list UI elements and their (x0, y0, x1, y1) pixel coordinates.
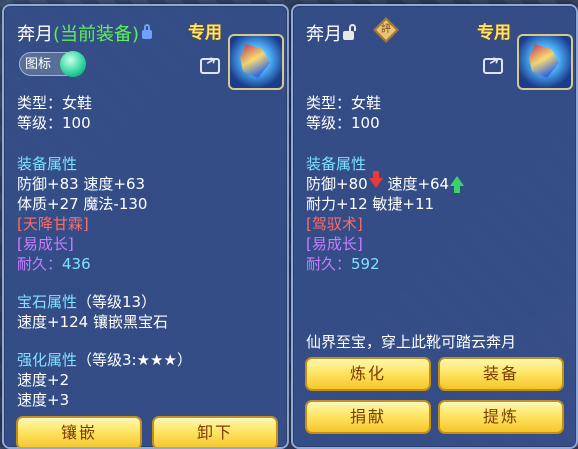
equip-attr-title: 装备属性 (306, 155, 367, 173)
attr-line-2: 耐力+12 敏捷+11 (306, 195, 435, 213)
extract-button[interactable]: 提炼 (438, 400, 564, 434)
item-name-text: 奔月 (306, 24, 342, 45)
inlay-button[interactable]: 镶嵌 (16, 416, 142, 447)
exclusive-label: 专用 (188, 23, 222, 43)
gem-attr-title: 宝石属性 (17, 293, 78, 311)
exclusive-label: 专用 (477, 23, 511, 43)
enhance-attr-header: 强化属性（等级3:★★★） (17, 350, 192, 370)
gem-line: 速度+124 镶嵌黑宝石 (17, 313, 168, 331)
toggle-icon[interactable] (60, 51, 86, 77)
rating-seal-icon: 評 (373, 17, 399, 43)
item-name: 奔月(当前装备) (17, 20, 153, 46)
enhance-attr-title: 强化属性 (17, 351, 78, 369)
item-description: 仙界至宝，穿上此靴可踏云奔月 (306, 333, 517, 351)
boots-item-icon (228, 34, 284, 90)
equip-attr-title: 装备属性 (17, 155, 78, 173)
equip-button[interactable]: 装备 (438, 357, 564, 391)
icon-toggle[interactable]: 图标 (19, 51, 86, 77)
attr-speed: 速度+64 (387, 175, 450, 193)
attr-line-2: 体质+27 魔法-130 (17, 195, 148, 213)
down-arrow-icon (368, 170, 383, 188)
attr-line-1: 防御+80 速度+64 (306, 170, 465, 194)
attr-defense: 防御+80 (306, 175, 368, 193)
compare-equipment-panel: 奔月 評 专用 类型：女鞋 等级：100 装备属性 防御+80 速度+64 耐力… (291, 4, 578, 449)
refine-button[interactable]: 炼化 (305, 357, 431, 391)
durability: 耐久：436 (17, 254, 91, 274)
durability: 耐久：592 (306, 254, 380, 274)
rating-seal-char: 評 (381, 24, 391, 35)
icon-toggle-label: 图标 (25, 57, 52, 72)
share-icon[interactable] (483, 58, 503, 74)
current-equipment-panel: 奔月(当前装备) 专用 图标 类型：女鞋 等级：100 装备属性 防御+83 速… (2, 4, 289, 449)
unequip-button[interactable]: 卸下 (152, 416, 278, 447)
enhance-level: （等级3:★★★） (77, 351, 192, 369)
special-effect: [易成长] (306, 235, 363, 253)
unlock-icon[interactable] (343, 24, 356, 40)
durability-value: 436 (62, 255, 91, 273)
boots-item-icon (517, 34, 573, 90)
gem-attr-header: 宝石属性（等级13） (17, 292, 156, 312)
durability-label: 耐久： (17, 255, 63, 273)
item-name-text: 奔月 (17, 24, 53, 45)
share-icon[interactable] (200, 58, 220, 74)
special-skill: [驾驭术] (306, 215, 363, 233)
attr-line-1: 防御+83 速度+63 (17, 175, 146, 193)
lock-icon[interactable] (142, 24, 153, 39)
item-name: 奔月 (306, 20, 342, 46)
enhance-line-2: 速度+3 (17, 391, 70, 409)
special-skill: [天降甘霖] (17, 215, 89, 233)
special-effect: [易成长] (17, 235, 74, 253)
donate-button[interactable]: 捐献 (305, 400, 431, 434)
durability-label: 耐久： (306, 255, 352, 273)
enhance-line-1: 速度+2 (17, 371, 70, 389)
up-arrow-icon (450, 175, 465, 193)
equipped-status: (当前装备) (53, 24, 140, 45)
durability-value: 592 (351, 255, 380, 273)
item-type: 类型：女鞋 (17, 94, 93, 112)
item-level: 等级：100 (17, 114, 91, 132)
item-level: 等级：100 (306, 114, 380, 132)
item-type: 类型：女鞋 (306, 94, 382, 112)
gem-level: （等级13） (77, 293, 157, 311)
